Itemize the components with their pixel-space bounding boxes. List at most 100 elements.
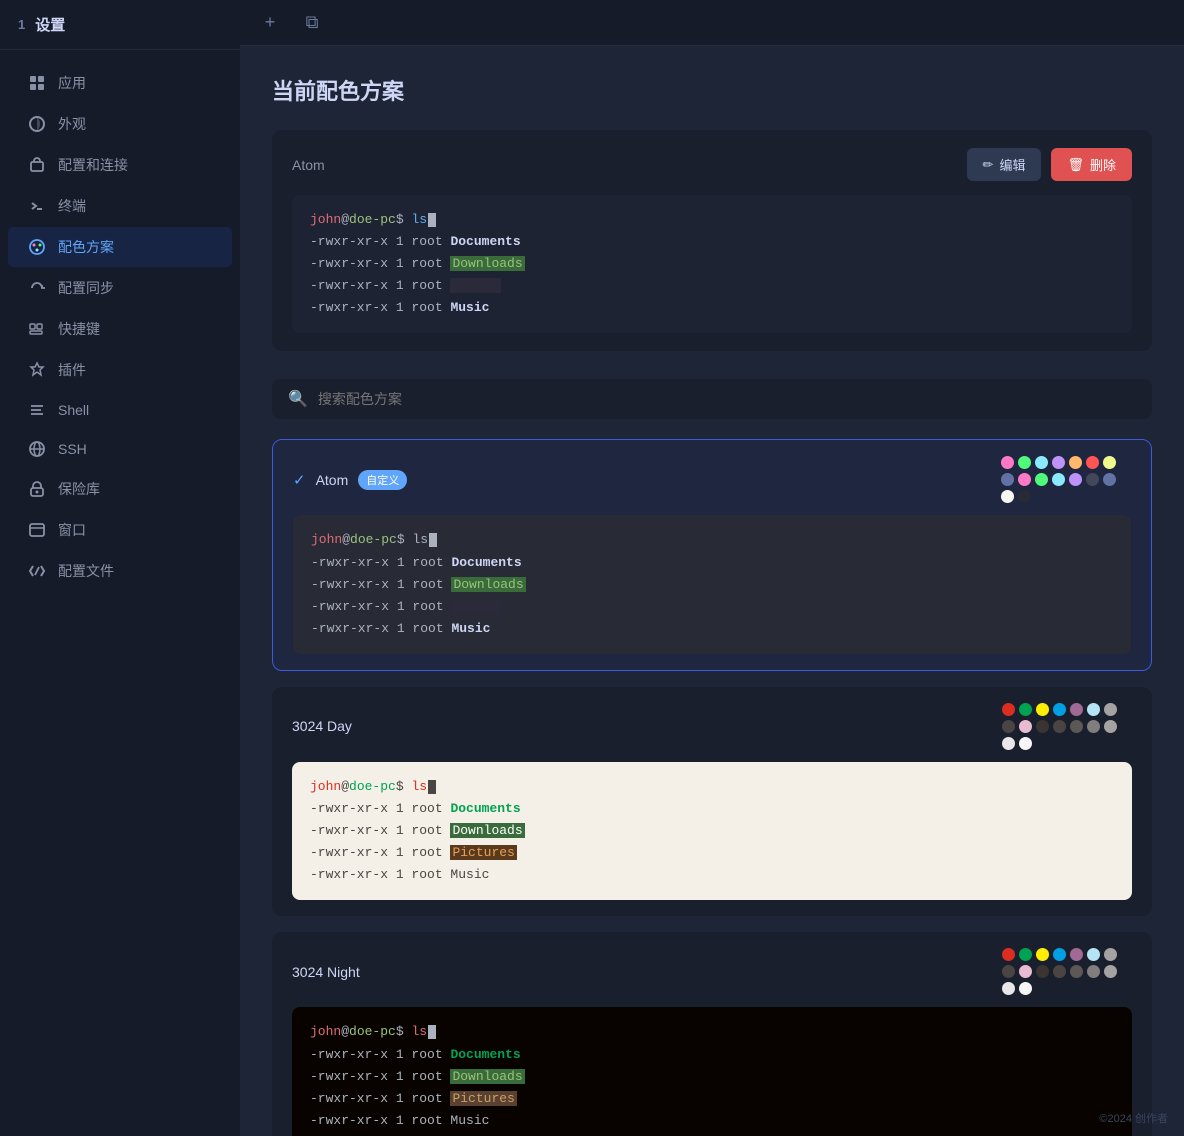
color-dot [1019,982,1032,995]
color-dot [1002,720,1015,733]
color-dot [1087,965,1100,978]
search-input[interactable] [318,391,1136,407]
color-dot [1001,490,1014,503]
sidebar-item-apps[interactable]: 应用 [8,63,232,103]
color-dot [1036,965,1049,978]
scheme-name-3024night: 3024 Night [292,964,360,980]
color-dot [1086,473,1099,486]
sidebar-item-window[interactable]: 窗口 [8,510,232,550]
version-label: ©2024 创作者 [1099,1110,1168,1126]
sidebar-label-terminal: 终端 [58,196,86,216]
color-dot [1104,965,1117,978]
sidebar-label-config: 配置文件 [58,561,114,581]
color-dot [1035,456,1048,469]
color-dot [1002,982,1015,995]
apps-icon [28,74,46,92]
color-dot [1104,948,1117,961]
scheme-name-atom: Atom [316,472,349,488]
content-area: 当前配色方案 Atom ✏ 编辑 🗑 删除 john@doe-pc$ ls [240,46,1184,1136]
terminal-icon [28,197,46,215]
color-dot [1052,473,1065,486]
appearance-icon [28,115,46,133]
color-dots-3024night [1002,948,1132,995]
scheme-item-header-atom: ✓ Atom 自定义 [293,456,1131,503]
topbar: + ⧉ [240,0,1184,46]
color-dot [1053,948,1066,961]
search-bar: 🔍 [272,379,1152,419]
tab-number: 1 [18,17,25,32]
copy-tab-button[interactable]: ⧉ [298,9,326,37]
sidebar-label-apps: 应用 [58,73,86,93]
color-dot [1086,456,1099,469]
sidebar-item-config[interactable]: 配置文件 [8,551,232,591]
sidebar-item-profiles[interactable]: 配置和连接 [8,145,232,185]
scheme-terminal-3024day: john@doe-pc$ ls -rwxr-xr-x 1 root Docume… [292,762,1132,900]
ssh-icon [28,440,46,458]
pencil-icon: ✏ [983,157,994,173]
sidebar-item-ssh[interactable]: SSH [8,430,232,468]
color-dot [1087,948,1100,961]
color-dot [1036,948,1049,961]
scheme-actions: ✏ 编辑 🗑 删除 [967,148,1132,181]
color-dot [1002,703,1015,716]
add-tab-button[interactable]: + [256,9,284,37]
color-dot [1019,965,1032,978]
color-dot [1070,948,1083,961]
color-dot [1070,720,1083,733]
selected-check-icon: ✓ [293,471,306,489]
sidebar-label-shell: Shell [58,402,89,418]
color-dot [1069,456,1082,469]
color-dots-atom [1001,456,1131,503]
color-dot [1053,703,1066,716]
scheme-item-3024day[interactable]: 3024 Day john@doe-pc$ ls -rwxr-xr-x 1 ro… [272,687,1152,916]
color-dot [1018,456,1031,469]
sidebar-item-sync[interactable]: 配置同步 [8,268,232,308]
color-dot [1087,703,1100,716]
color-dot [1036,703,1049,716]
sidebar-label-window: 窗口 [58,520,86,540]
edit-scheme-button[interactable]: ✏ 编辑 [967,148,1042,181]
color-dot [1103,473,1116,486]
color-dot [1087,720,1100,733]
delete-scheme-button[interactable]: 🗑 删除 [1051,148,1132,181]
vault-icon [28,480,46,498]
color-dot [1019,720,1032,733]
color-dot [1035,473,1048,486]
sidebar-item-appearance[interactable]: 外观 [8,104,232,144]
color-dot [1019,737,1032,750]
badge-custom: 自定义 [358,470,407,490]
sidebar-item-terminal[interactable]: 终端 [8,186,232,226]
current-scheme-terminal: john@doe-pc$ ls -rwxr-xr-x 1 root Docume… [292,195,1132,333]
color-dot [1018,490,1031,503]
scheme-name-3024day: 3024 Day [292,718,352,734]
color-dot [1070,965,1083,978]
scheme-list: ✓ Atom 自定义 john@doe-pc$ ls -rwxr-xr-x 1 … [272,439,1152,1136]
sidebar-item-shell[interactable]: Shell [8,391,232,429]
sidebar-title: 设置 [35,14,65,35]
color-dot [1001,456,1014,469]
color-dot [1069,473,1082,486]
color-dot [1018,473,1031,486]
color-dot [1104,720,1117,733]
page-title: 当前配色方案 [272,74,1152,106]
search-icon: 🔍 [288,389,308,409]
sidebar-label-appearance: 外观 [58,114,86,134]
color-dot [1002,737,1015,750]
sidebar-item-colorscheme[interactable]: 配色方案 [8,227,232,267]
scheme-item-3024night[interactable]: 3024 Night john@doe-pc$ ls -rwxr-xr-x 1 … [272,932,1152,1136]
color-dot [1103,456,1116,469]
sidebar-item-vault[interactable]: 保险库 [8,469,232,509]
current-scheme-header: Atom ✏ 编辑 🗑 删除 [292,148,1132,181]
sidebar-label-plugins: 插件 [58,360,86,380]
sidebar-label-vault: 保险库 [58,479,100,499]
sidebar-header: 1 设置 [0,0,240,50]
sidebar-item-plugins[interactable]: 插件 [8,350,232,390]
scheme-item-header-3024night: 3024 Night [292,948,1132,995]
scheme-item-atom[interactable]: ✓ Atom 自定义 john@doe-pc$ ls -rwxr-xr-x 1 … [272,439,1152,670]
trash-icon: 🗑 [1067,157,1084,173]
color-dot [1052,456,1065,469]
window-icon [28,521,46,539]
sidebar-label-shortcuts: 快捷键 [58,319,100,339]
color-dot [1053,965,1066,978]
sidebar-item-shortcuts[interactable]: 快捷键 [8,309,232,349]
